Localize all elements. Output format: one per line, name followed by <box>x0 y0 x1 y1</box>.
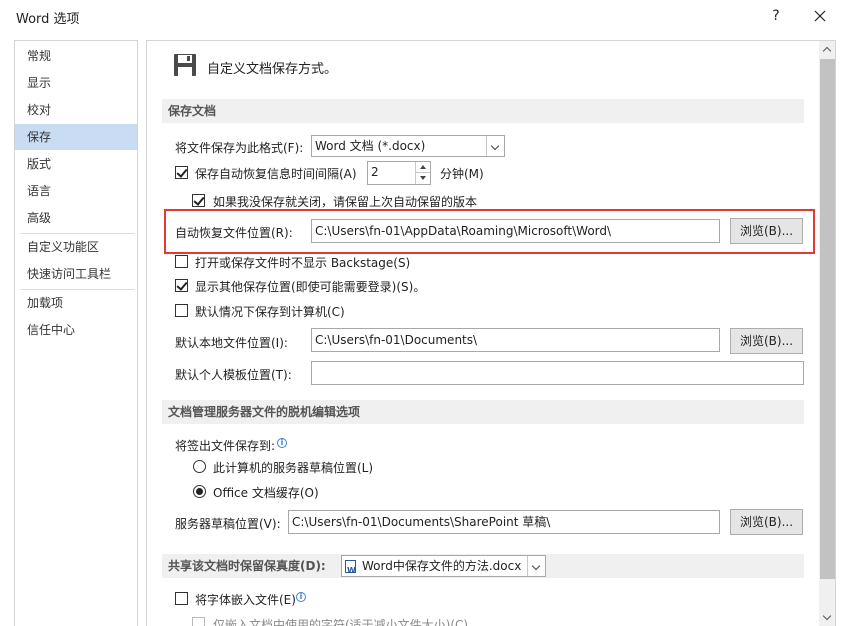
embed-used-chars-label: 仅嵌入文档中使用的字符(适于减小文件大小)(C) <box>213 618 469 626</box>
server-drafts-browse-button[interactable]: 浏览(B)... <box>730 509 803 535</box>
nav-item-general[interactable]: 常规 <box>15 43 137 69</box>
radio-server-drafts-label: 此计算机的服务器草稿位置(L) <box>213 461 374 475</box>
local-location-label: 默认本地文件位置(I): <box>175 336 288 350</box>
autorecover-location-label: 自动恢复文件位置(R): <box>175 226 293 240</box>
autorecover-minutes-value: 2 <box>371 165 379 179</box>
content-panel: 自定义文档保存方式。 保存文档 将文件保存为此格式(F): Word 文档 (*… <box>146 40 836 626</box>
autorecover-minutes-stepper[interactable]: 2 <box>367 161 431 185</box>
nav-item-trust-center[interactable]: 信任中心 <box>15 317 137 343</box>
nav-item-customize-ribbon[interactable]: 自定义功能区 <box>15 234 137 260</box>
embed-fonts-label: 将字体嵌入文件(E) <box>195 593 296 607</box>
server-drafts-input[interactable]: C:\Users\fn-01\Documents\SharePoint 草稿\ <box>288 510 720 534</box>
embed-fonts-checkbox[interactable] <box>175 592 188 605</box>
fidelity-title: 共享该文档时保留保真度(D): <box>168 559 326 573</box>
close-button[interactable] <box>806 2 834 30</box>
autorecover-label: 保存自动恢复信息时间间隔(A) <box>195 167 357 181</box>
stepper-down-icon[interactable] <box>415 173 430 184</box>
radio-office-cache-label: Office 文档缓存(O) <box>213 486 319 500</box>
embed-used-chars-checkbox[interactable] <box>192 617 205 626</box>
word-document-icon <box>345 560 356 581</box>
nav-item-quick-access[interactable]: 快速访问工具栏 <box>15 261 137 287</box>
save-to-computer-checkbox[interactable] <box>175 304 188 317</box>
content-scrollbar[interactable] <box>819 41 835 626</box>
autorecover-checkbox[interactable] <box>175 166 188 179</box>
template-location-label: 默认个人模板位置(T): <box>175 368 292 382</box>
scrollbar-thumb[interactable] <box>820 59 835 579</box>
template-location-input[interactable] <box>311 361 804 385</box>
keep-last-version-checkbox[interactable] <box>192 194 205 207</box>
nav-item-display[interactable]: 显示 <box>15 70 137 96</box>
info-icon: i <box>277 438 287 448</box>
show-other-locations-label: 显示其他保存位置(即使可能需要登录)(S)。 <box>195 280 426 294</box>
autorecover-browse-button[interactable]: 浏览(B)... <box>730 218 803 244</box>
nav-item-advanced[interactable]: 高级 <box>15 205 137 231</box>
no-backstage-checkbox[interactable] <box>175 255 188 268</box>
fidelity-document-value: Word中保存文件的方法.docx <box>362 559 522 573</box>
nav-item-save[interactable]: 保存 <box>15 124 137 150</box>
local-location-browse-button[interactable]: 浏览(B)... <box>730 328 803 354</box>
section-header-save: 保存文档 <box>162 99 804 123</box>
help-button[interactable]: ? <box>762 2 790 30</box>
scroll-down-icon[interactable] <box>819 610 835 626</box>
nav-item-language[interactable]: 语言 <box>15 178 137 204</box>
nav-item-addins[interactable]: 加载项 <box>15 290 137 316</box>
window-title: Word 选项 <box>16 12 80 27</box>
fidelity-document-select[interactable]: Word中保存文件的方法.docx <box>341 555 546 581</box>
section-header-offline: 文档管理服务器文件的脱机编辑选项 <box>162 400 804 424</box>
checkout-label: 将签出文件保存到: <box>175 439 276 453</box>
close-icon <box>814 10 826 22</box>
nav-item-proofing[interactable]: 校对 <box>15 97 137 123</box>
save-to-computer-label: 默认情况下保存到计算机(C) <box>195 305 345 319</box>
radio-server-drafts[interactable] <box>193 460 206 473</box>
save-format-select[interactable]: Word 文档 (*.docx) <box>311 135 505 157</box>
save-format-value: Word 文档 (*.docx) <box>315 139 426 153</box>
stepper-up-icon[interactable] <box>415 162 430 173</box>
nav-item-layout[interactable]: 版式 <box>15 151 137 177</box>
local-location-input[interactable]: C:\Users\fn-01\Documents\ <box>311 328 720 352</box>
keep-last-version-label: 如果我没保存就关闭，请保留上次自动保留的版本 <box>213 195 478 209</box>
no-backstage-label: 打开或保存文件时不显示 Backstage(S) <box>195 256 411 270</box>
save-icon <box>174 54 196 76</box>
server-drafts-label: 服务器草稿位置(V): <box>175 517 281 531</box>
title-bar: Word 选项 ? <box>0 0 850 32</box>
chevron-down-icon <box>486 136 504 156</box>
show-other-locations-checkbox[interactable] <box>175 279 188 292</box>
radio-office-cache[interactable] <box>193 485 206 498</box>
minutes-label: 分钟(M) <box>440 167 484 181</box>
page-heading: 自定义文档保存方式。 <box>207 62 338 77</box>
options-nav: 常规 显示 校对 保存 版式 语言 高级 自定义功能区 快速访问工具栏 加载项 … <box>14 40 138 626</box>
save-format-label: 将文件保存为此格式(F): <box>175 141 304 155</box>
autorecover-location-input[interactable]: C:\Users\fn-01\AppData\Roaming\Microsoft… <box>311 219 720 243</box>
scroll-up-icon[interactable] <box>819 41 835 58</box>
chevron-down-icon <box>527 556 545 576</box>
info-icon: i <box>296 592 306 602</box>
